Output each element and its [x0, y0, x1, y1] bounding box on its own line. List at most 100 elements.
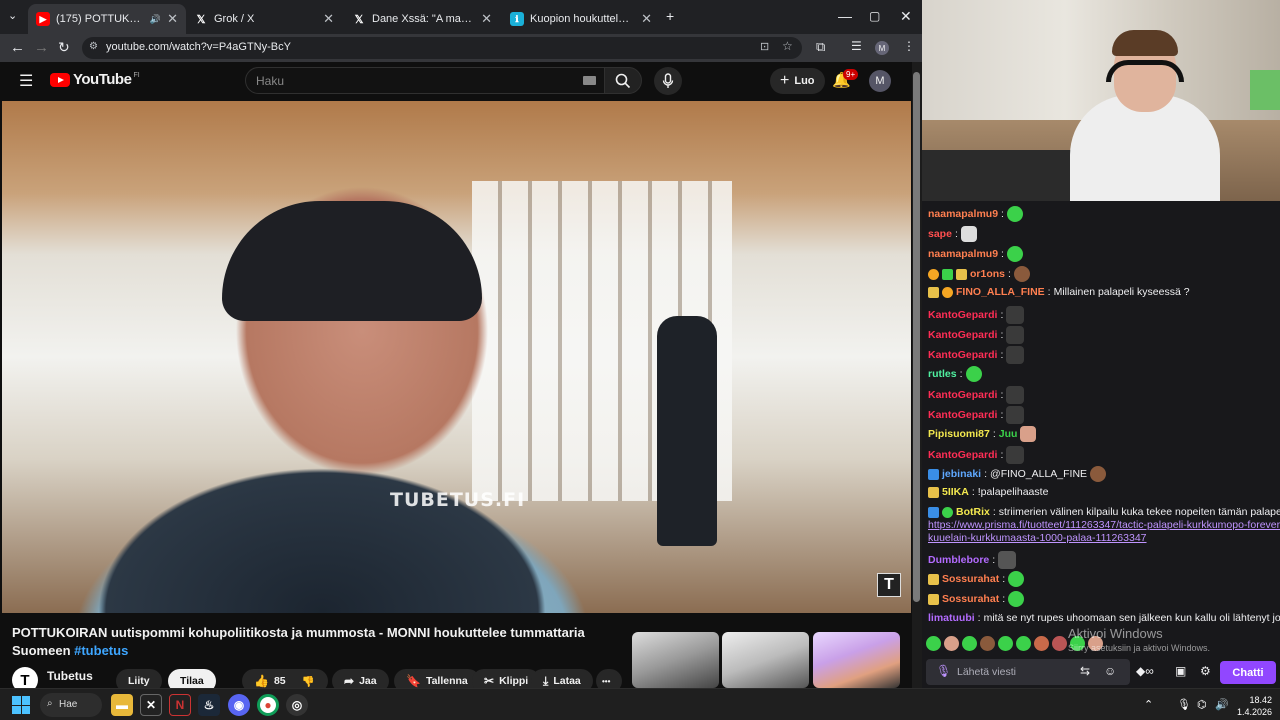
emote-picker-icon[interactable]: ☺	[1104, 664, 1116, 678]
chat-username[interactable]: limatuubi	[928, 612, 975, 624]
chat-username[interactable]: 5IIKA	[942, 486, 969, 498]
tab-kuopio[interactable]: ℹ Kuopion houkuttelevuus on jo ✕	[502, 4, 660, 34]
chat-username[interactable]: KantoGepardi	[928, 349, 997, 361]
taskbar-search[interactable]: ⌕ Hae	[40, 693, 102, 717]
chat-username[interactable]: jebinaki	[942, 468, 981, 480]
close-icon[interactable]: ✕	[323, 11, 334, 27]
emote[interactable]	[944, 636, 959, 651]
chat-link[interactable]: https://www.prisma.fi/tuotteet/111263347…	[928, 519, 1280, 531]
chat-username[interactable]: naamapalmu9	[928, 208, 998, 220]
windows-start-icon[interactable]	[12, 696, 30, 714]
audio-icon[interactable]: 🔊	[150, 14, 161, 25]
chat-username[interactable]: naamapalmu9	[928, 248, 998, 260]
emote[interactable]	[1052, 636, 1067, 651]
media-control-icon[interactable]: ☰	[851, 39, 862, 53]
channel-watermark-logo[interactable]: T	[877, 573, 901, 597]
forward-icon[interactable]: →	[34, 39, 49, 56]
chat-username[interactable]: rutles	[928, 368, 957, 380]
channel-points-icon[interactable]: ◆∞	[1136, 664, 1154, 678]
chrome-icon[interactable]: ●	[257, 694, 279, 716]
chat-username[interactable]: Pipisuomi87	[928, 428, 990, 440]
app-n-icon[interactable]: N	[169, 694, 191, 716]
chat-username[interactable]: KantoGepardi	[928, 409, 997, 421]
file-explorer-icon[interactable]: ▬	[111, 694, 133, 716]
search-input[interactable]	[246, 68, 566, 93]
account-avatar[interactable]: M	[869, 70, 891, 92]
menu-kebab-icon[interactable]: ⋮	[903, 39, 915, 53]
microphone-tray-icon[interactable]: 🎙	[1177, 698, 1191, 711]
back-icon[interactable]: ←	[10, 39, 25, 56]
system-clock[interactable]: 18.42 1.4.2026	[1237, 694, 1272, 718]
chat-username[interactable]: Sossurahat	[942, 593, 999, 605]
extensions-icon[interactable]: ⧉	[816, 39, 825, 55]
youtube-logo[interactable]: YouTube FI	[50, 71, 140, 88]
volume-icon[interactable]: 🔊	[1215, 698, 1229, 711]
tab-youtube[interactable]: ▶ (175) POTTUKOIRAN uutispommi 🔊 ✕	[28, 4, 186, 34]
obs-icon[interactable]: ◎	[286, 694, 308, 716]
chat-username[interactable]: FINO_ALLA_FINE	[956, 286, 1045, 298]
emote[interactable]	[962, 636, 977, 651]
related-video-thumbnail[interactable]	[632, 632, 719, 688]
scissors-icon: ✂	[484, 674, 495, 688]
close-icon[interactable]: ✕	[481, 11, 492, 27]
emote[interactable]	[1034, 636, 1049, 651]
emote[interactable]	[926, 636, 941, 651]
tab-search-icon[interactable]: ⌄	[8, 9, 17, 22]
network-icon[interactable]: ⌬	[1197, 698, 1207, 711]
maximize-icon[interactable]: ▢	[869, 9, 880, 23]
chat-username[interactable]: Dumblebore	[928, 554, 989, 566]
chat-username[interactable]: BotRix	[956, 506, 990, 518]
chat-username[interactable]: KantoGepardi	[928, 309, 997, 321]
hashtag-link[interactable]: #tubetus	[74, 643, 128, 658]
video-player[interactable]: TUBETUS.FI T	[2, 101, 911, 613]
tray-chevron-icon[interactable]: ⌃	[1144, 698, 1153, 711]
emote[interactable]	[980, 636, 995, 651]
profile-avatar[interactable]: M	[875, 41, 889, 55]
scrollbar-thumb[interactable]	[913, 72, 920, 602]
chat-send-button[interactable]: Chatti	[1220, 661, 1276, 684]
voice-search-button[interactable]	[654, 67, 682, 95]
chat-link[interactable]: kuuelain-kurkkumaasta-1000-palaa-1112633…	[928, 532, 1147, 544]
related-video-thumbnail[interactable]	[813, 632, 900, 688]
store-icon[interactable]: ▣	[1175, 664, 1186, 678]
url-text: youtube.com/watch?v=P4aGTNy-BcY	[106, 41, 291, 53]
chat-username[interactable]: or1ons	[970, 268, 1005, 280]
microphone-icon[interactable]: 🎙	[936, 664, 951, 678]
bookmark-star-icon[interactable]: ☆	[782, 39, 793, 53]
reload-icon[interactable]: ↻	[58, 39, 70, 56]
chat-username[interactable]: KantoGepardi	[928, 389, 997, 401]
emote[interactable]	[1016, 636, 1031, 651]
chat-username[interactable]: KantoGepardi	[928, 329, 997, 341]
steam-icon[interactable]: ♨	[198, 694, 220, 716]
tab-dane[interactable]: 𝕏 Dane Xssä: "A massive Swedish ✕	[344, 4, 500, 34]
badge-icon	[928, 506, 939, 518]
chat-message: Pipisuomi87: Juu	[928, 426, 1037, 442]
related-video-thumbnail[interactable]	[722, 632, 809, 688]
keyboard-icon[interactable]	[583, 76, 596, 85]
translate-icon[interactable]: ⇆	[1080, 664, 1090, 678]
hamburger-menu-icon[interactable]: ☰	[19, 71, 33, 91]
minimize-icon[interactable]: —	[838, 8, 852, 24]
search-button[interactable]	[604, 67, 642, 94]
close-icon[interactable]: ✕	[641, 11, 652, 27]
chat-username[interactable]: Sossurahat	[942, 573, 999, 585]
install-icon[interactable]: ⊡	[760, 40, 769, 53]
tab-grok[interactable]: 𝕏 Grok / X ✕	[186, 4, 342, 34]
chat-message-input[interactable]	[926, 659, 1130, 685]
discord-icon[interactable]: ◉	[228, 694, 250, 716]
emote	[1006, 346, 1025, 364]
create-button[interactable]: + Luo	[770, 68, 825, 94]
app-x-icon[interactable]: ✕	[140, 694, 162, 716]
window-close-icon[interactable]: ✕	[900, 8, 912, 25]
chat-username[interactable]: KantoGepardi	[928, 449, 997, 461]
emote[interactable]	[998, 636, 1013, 651]
site-info-icon[interactable]: ⚙	[89, 41, 98, 52]
channel-name[interactable]: Tubetus	[47, 669, 93, 683]
badge-icon	[956, 268, 967, 280]
thumbs-down-icon[interactable]: 👎	[302, 675, 315, 688]
settings-gear-icon[interactable]: ⚙	[1200, 664, 1211, 678]
new-tab-button[interactable]: +	[666, 8, 674, 24]
chat-username[interactable]: sape	[928, 228, 952, 240]
close-icon[interactable]: ✕	[167, 11, 178, 27]
url-field[interactable]: ⚙ youtube.com/watch?v=P4aGTNy-BcY ⊡ ☆	[82, 37, 802, 59]
